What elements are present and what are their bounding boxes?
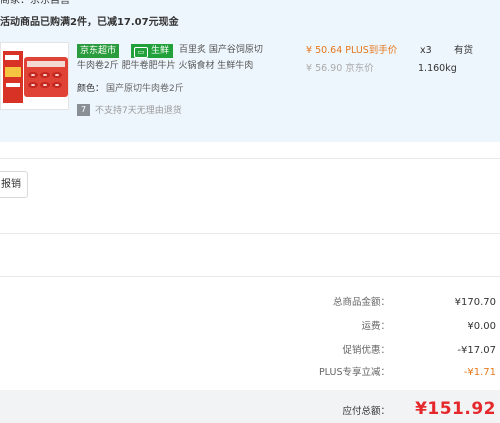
summary-label-plus: PLUS专享立减： xyxy=(318,367,390,378)
stock-status: 有货 xyxy=(454,45,474,56)
report-button[interactable]: 报销 xyxy=(0,171,28,198)
product-image[interactable] xyxy=(0,42,69,110)
summary-label-shipping: 运费： xyxy=(361,321,390,332)
jd-supermarket-badge: 京东超市 xyxy=(77,44,120,58)
divider xyxy=(0,158,500,159)
weight: 1.160kg xyxy=(418,63,457,74)
divider xyxy=(0,276,500,277)
jd-price: ¥ 56.90 京东价 xyxy=(306,63,374,74)
spec-label: 颜色： xyxy=(77,84,105,94)
summary-value-promo: -¥17.07 xyxy=(457,345,496,356)
no-return-icon: 7 xyxy=(77,104,90,116)
payable-total: ¥151.92 xyxy=(415,399,496,419)
divider xyxy=(0,233,500,234)
payable-label: 应付总额： xyxy=(342,406,390,417)
quantity: x3 xyxy=(420,45,432,56)
summary-value-shipping: ¥0.00 xyxy=(467,321,496,332)
promo-text: 活动商品已购满2件，已减17.07元现金 xyxy=(0,17,179,28)
spec-value: 国产原切牛肉卷2斤 xyxy=(106,84,184,94)
product-title-line1[interactable]: 百里炙 国产谷饲原切 xyxy=(179,43,263,57)
summary-value-plus: -¥1.71 xyxy=(463,367,496,378)
summary-label-total: 总商品金额： xyxy=(332,297,390,308)
return-policy-text: 不支持7天无理由退货 xyxy=(95,106,182,116)
fresh-badge-label: 生鲜 xyxy=(151,46,170,56)
summary-value-total: ¥170.70 xyxy=(454,297,496,308)
fresh-leaf-icon: ▭ xyxy=(134,47,148,58)
beef-package-icon xyxy=(1,43,68,109)
product-title-line2[interactable]: 牛肉卷2斤 肥牛卷肥牛片 火锅食材 生鲜牛肉 xyxy=(77,59,253,73)
plus-price: ¥ 50.64 PLUS到手价 xyxy=(306,45,398,56)
fresh-badge: ▭ 生鲜 xyxy=(131,44,174,58)
seller-label: 商家：京东自营 xyxy=(0,0,70,6)
summary-label-promo: 促销优惠： xyxy=(342,345,390,356)
